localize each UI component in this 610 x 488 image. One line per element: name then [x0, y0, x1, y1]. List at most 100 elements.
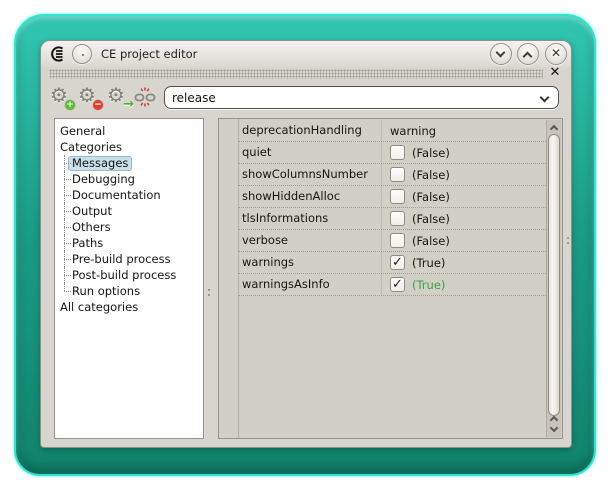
property-value-cell: ✓ (True) — [382, 252, 546, 273]
edge-grip[interactable] — [567, 242, 569, 244]
sidebar-item-label: Debugging — [72, 171, 135, 187]
close-icon: ✕ — [546, 46, 566, 60]
checkbox[interactable]: ✓ — [390, 255, 405, 270]
plus-badge-icon: + — [65, 100, 75, 110]
property-row[interactable]: showHiddenAlloc ✓ (False) — [238, 186, 546, 208]
checkbox[interactable]: ✓ — [390, 167, 405, 182]
property-value: (False) — [412, 146, 450, 160]
broken-link-icon — [133, 85, 157, 109]
chevron-up-icon — [550, 125, 558, 133]
sidebar-item-label: Paths — [72, 235, 103, 251]
export-configuration-button[interactable]: ⚙ → — [107, 85, 131, 109]
property-value: (False) — [412, 168, 450, 182]
property-value: (False) — [412, 234, 450, 248]
sidebar-item[interactable]: Run options — [55, 283, 203, 299]
sidebar-item-label: Categories — [60, 139, 122, 155]
property-value: (True) — [412, 278, 445, 292]
chevron-up-icon — [523, 52, 533, 62]
checkmark-icon: ✓ — [392, 277, 403, 292]
property-name: warnings — [238, 252, 382, 273]
property-value: warning — [390, 124, 436, 138]
window-menu-button[interactable] — [72, 44, 92, 64]
dock-close-button[interactable]: ✕ — [547, 65, 563, 81]
checkmark-icon: ✓ — [392, 255, 403, 270]
scroll-up-button[interactable] — [547, 122, 561, 134]
scroll-down-button[interactable] — [550, 424, 558, 432]
sidebar-item[interactable]: Output — [55, 203, 203, 219]
sidebar-item-label: Pre-build process — [72, 251, 171, 267]
close-button[interactable]: ✕ — [545, 43, 567, 65]
sidebar-item-label: Others — [72, 219, 111, 235]
property-value-cell: warning — [382, 120, 546, 141]
property-row[interactable]: verbose ✓ (False) — [238, 230, 546, 252]
chevron-down-icon — [496, 48, 506, 58]
checkbox[interactable]: ✓ — [390, 233, 405, 248]
chevron-down-icon — [540, 93, 550, 103]
checkbox[interactable]: ✓ — [390, 189, 405, 204]
sidebar-item-label: All categories — [60, 299, 138, 315]
property-value-cell: ✓ (False) — [382, 142, 546, 163]
property-name: verbose — [238, 230, 382, 251]
property-name: showColumnsNumber — [238, 164, 382, 185]
checkbox[interactable]: ✓ — [390, 145, 405, 160]
sidebar-item[interactable]: General — [55, 123, 203, 139]
project-editor-window: CE project editor ✕ ✕ ⚙ + ⚙ − ⚙ → releas… — [40, 40, 572, 448]
edge-grip[interactable] — [567, 237, 569, 239]
property-row[interactable]: warningsAsInfo ✓ (True) — [238, 274, 546, 296]
property-name: showHiddenAlloc — [238, 186, 382, 207]
configuration-select[interactable]: release — [164, 86, 559, 109]
property-value-cell: ✓ (False) — [382, 186, 546, 207]
property-row[interactable]: tlsInformations ✓ (False) — [238, 208, 546, 230]
splitter-handle[interactable] — [208, 294, 210, 296]
property-name: deprecationHandling — [238, 120, 382, 141]
sidebar-item[interactable]: Others — [55, 219, 203, 235]
sidebar-item-label: Messages — [68, 156, 132, 171]
property-name: tlsInformations — [238, 208, 382, 229]
titlebar[interactable]: CE project editor ✕ — [41, 41, 571, 67]
sidebar-item[interactable]: Paths — [55, 235, 203, 251]
dock-handle[interactable] — [49, 69, 543, 79]
window-title: CE project editor — [101, 47, 197, 61]
sidebar-item[interactable]: Messages — [55, 155, 203, 171]
sidebar-item-label: General — [60, 123, 105, 139]
sidebar-item-label: Run options — [72, 283, 140, 299]
property-panel: deprecationHandlingwarningquiet✓(False)s… — [218, 118, 563, 439]
property-table: deprecationHandlingwarningquiet✓(False)s… — [238, 120, 546, 296]
remove-configuration-button[interactable]: ⚙ − — [78, 85, 102, 109]
property-value-cell: ✓ (False) — [382, 230, 546, 251]
sidebar-item-label: Output — [72, 203, 112, 219]
property-value: (False) — [412, 212, 450, 226]
property-value-cell: ✓ (False) — [382, 208, 546, 229]
configuration-select-value: release — [172, 91, 216, 105]
property-name: quiet — [238, 142, 382, 163]
add-configuration-button[interactable]: ⚙ + — [50, 85, 74, 109]
property-name: warningsAsInfo — [238, 274, 382, 295]
property-value: (True) — [412, 256, 445, 270]
sidebar-item-label: Documentation — [72, 187, 161, 203]
scrollbar-thumb[interactable] — [548, 134, 560, 416]
sidebar-item[interactable]: Documentation — [55, 187, 203, 203]
unlink-configuration-button[interactable] — [133, 85, 157, 109]
property-value-cell: ✓ (True) — [382, 274, 546, 295]
category-tree: GeneralCategoriesMessagesDebuggingDocume… — [54, 118, 204, 439]
minus-badge-icon: − — [93, 100, 103, 110]
property-row[interactable]: showColumnsNumber ✓ (False) — [238, 164, 546, 186]
app-logo-icon[interactable] — [49, 45, 67, 63]
property-row[interactable]: quiet ✓ (False) — [238, 142, 546, 164]
splitter-handle[interactable] — [208, 289, 210, 291]
sidebar-item-label: Post-build process — [72, 267, 176, 283]
sidebar-item[interactable]: Categories — [55, 139, 203, 155]
property-row[interactable]: warnings ✓ (True) — [238, 252, 546, 274]
maximize-button[interactable] — [517, 43, 539, 65]
sidebar-item[interactable]: All categories — [55, 299, 203, 315]
sidebar-item[interactable]: Debugging — [55, 171, 203, 187]
checkbox[interactable]: ✓ — [390, 211, 405, 226]
property-row[interactable]: deprecationHandling warning — [238, 120, 546, 142]
sidebar-item[interactable]: Post-build process — [55, 267, 203, 283]
sidebar-item[interactable]: Pre-build process — [55, 251, 203, 267]
vertical-scrollbar[interactable] — [546, 120, 561, 437]
shade-button[interactable] — [490, 43, 512, 65]
checkbox[interactable]: ✓ — [390, 277, 405, 292]
property-value: (False) — [412, 190, 450, 204]
property-value-cell: ✓ (False) — [382, 164, 546, 185]
